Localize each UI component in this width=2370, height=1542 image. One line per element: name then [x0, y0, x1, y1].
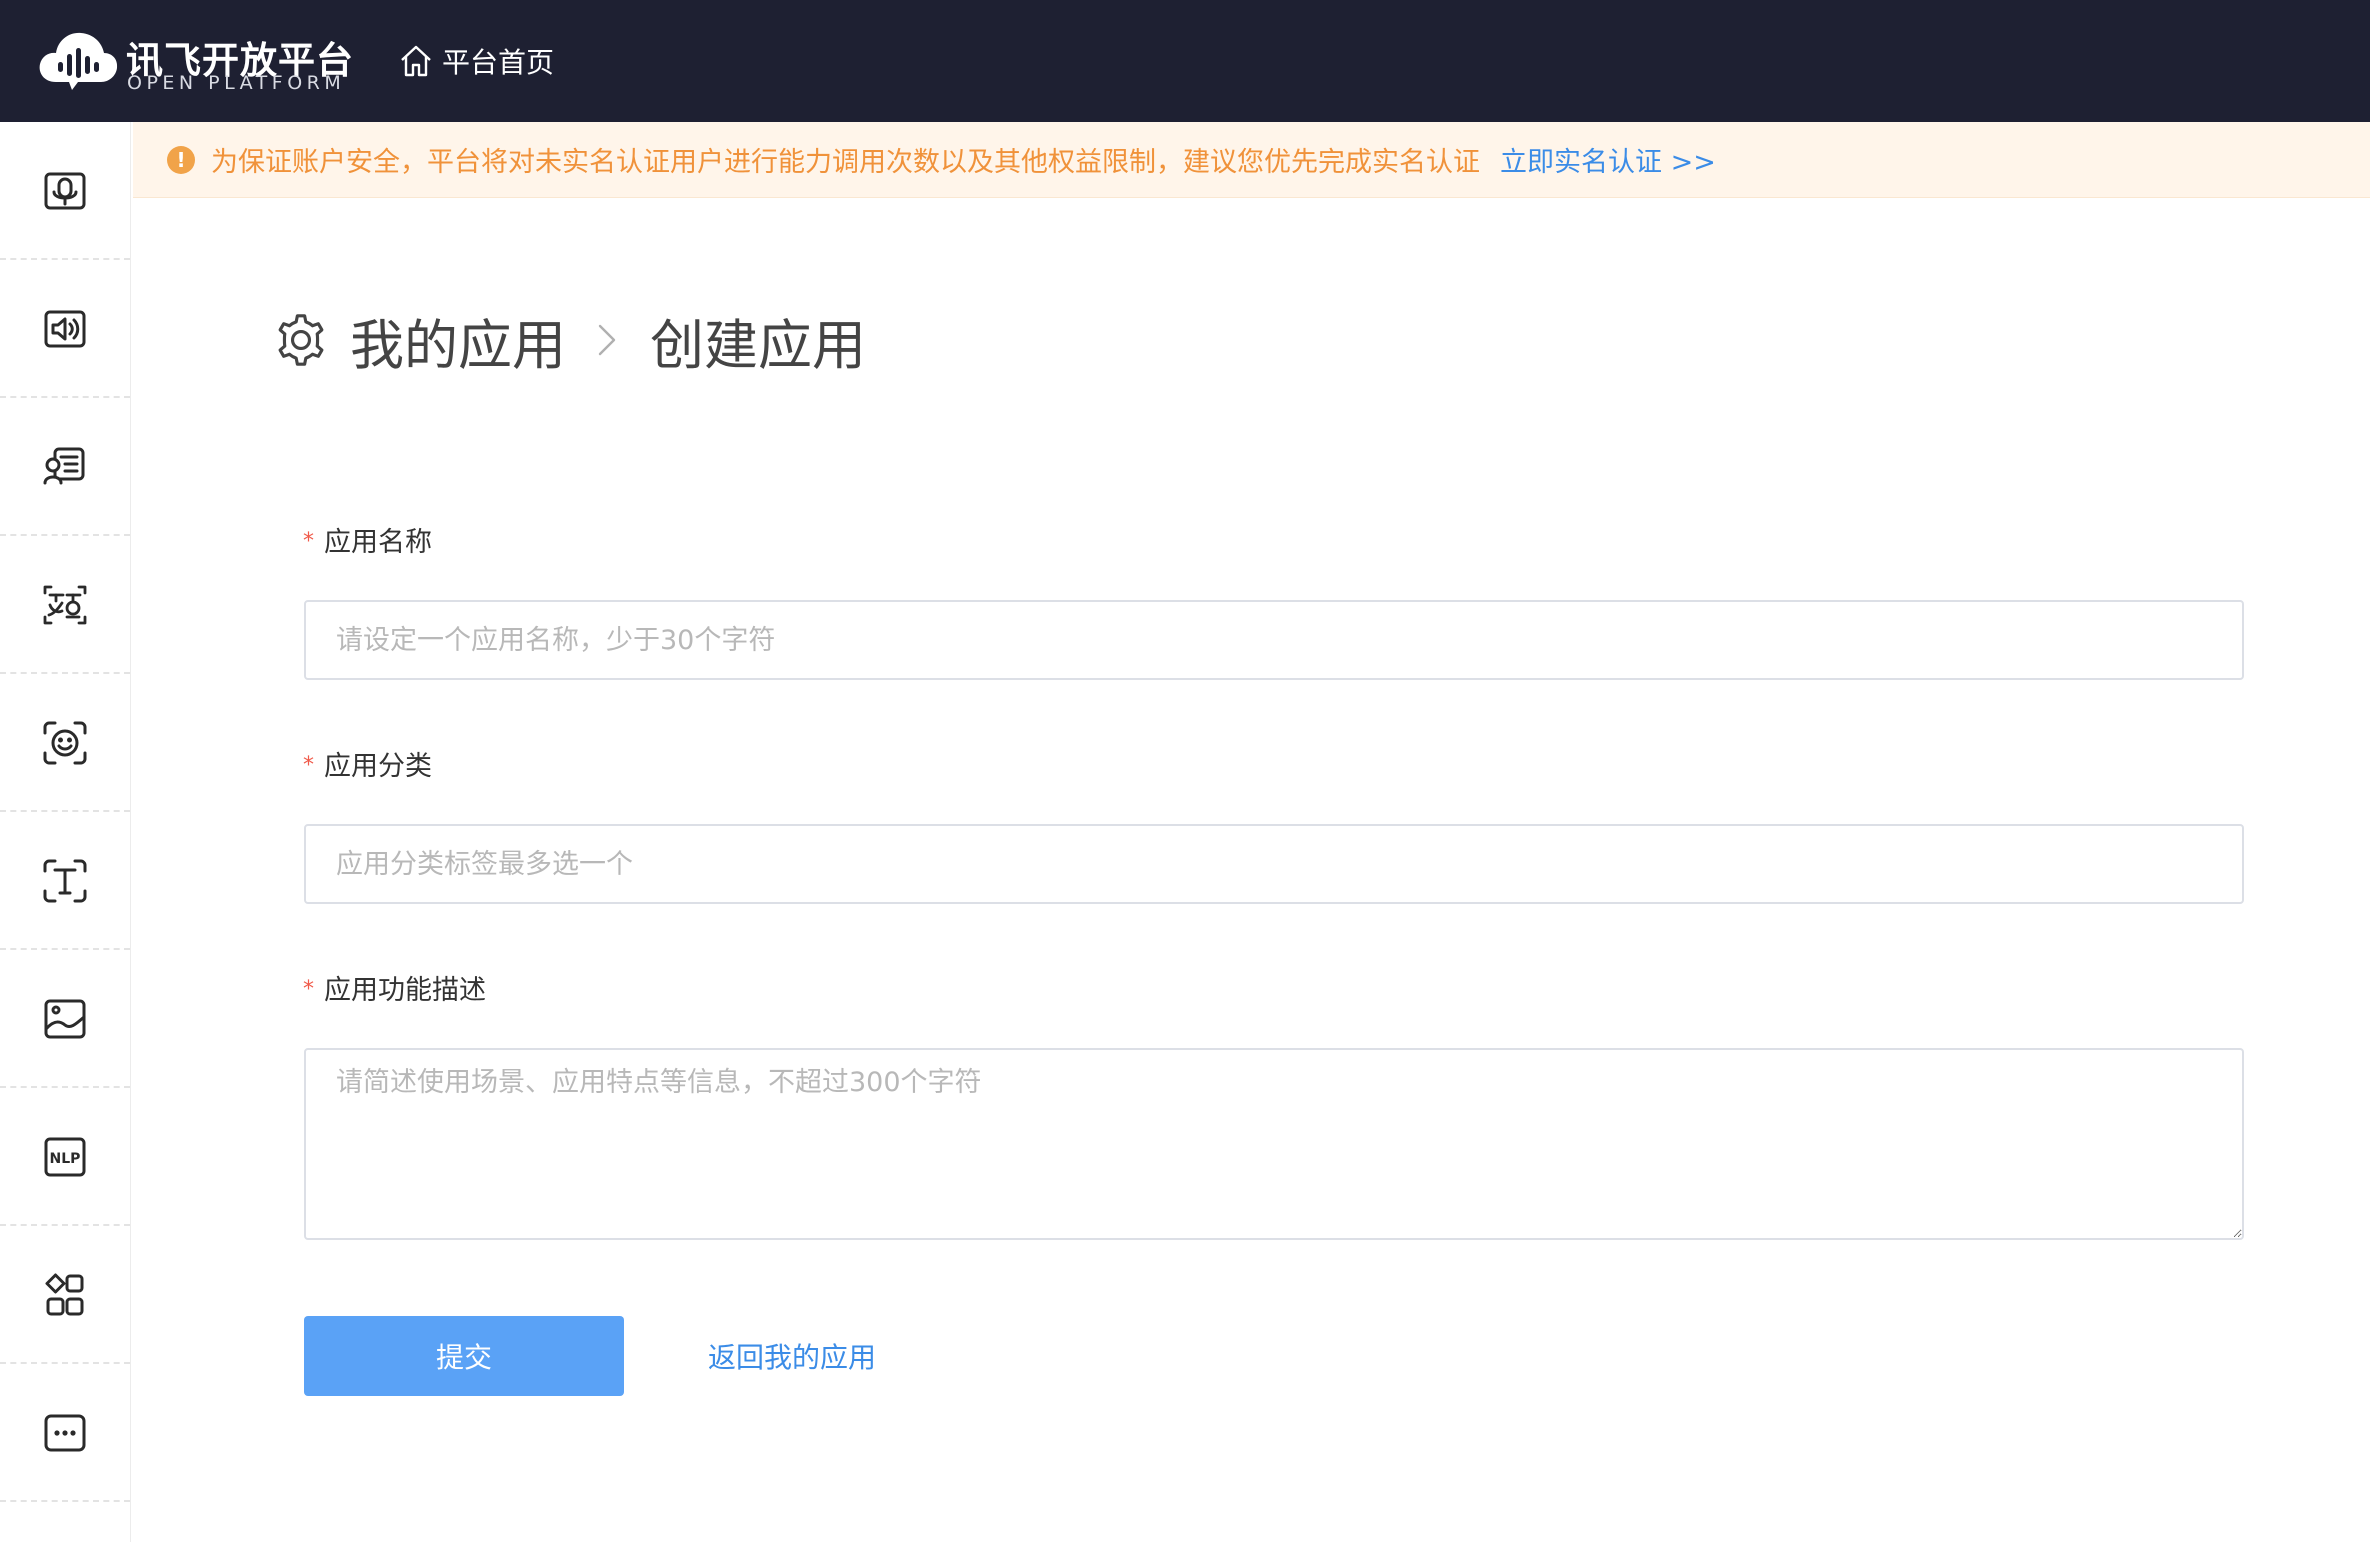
app-category-label-text: 应用分类 — [324, 751, 432, 782]
app-description-textarea[interactable] — [304, 1048, 2244, 1240]
logo-cloud-icon — [39, 32, 118, 90]
sidebar-item-voice-recognition[interactable] — [0, 122, 130, 260]
verification-notice: ! 为保证账户安全，平台将对未实名认证用户进行能力调用次数以及其他权益限制，建议… — [133, 122, 2370, 198]
sidebar-item-face-recognition[interactable] — [0, 674, 130, 812]
voice-recognition-icon — [44, 172, 86, 210]
top-navigation-bar: 讯飞开放平台 OPEN PLATFORM 平台首页 — [0, 0, 2370, 122]
gear-icon — [278, 314, 324, 366]
home-link[interactable]: 平台首页 — [398, 40, 554, 82]
sidebar-item-voice-dialogue[interactable] — [0, 398, 130, 536]
required-mark: * — [303, 977, 314, 1002]
sidebar-item-text-recognition[interactable] — [0, 812, 130, 950]
sidebar: NLP — [0, 122, 131, 1542]
sidebar-item-nlp[interactable]: NLP — [0, 1088, 130, 1226]
home-icon — [401, 45, 431, 77]
apps-grid-icon — [45, 1273, 84, 1316]
app-category-input[interactable] — [304, 824, 2244, 904]
verify-now-link[interactable]: 立即实名认证 >> — [1500, 140, 1716, 179]
breadcrumb: 我的应用 创建应用 — [272, 300, 866, 380]
nlp-icon: NLP — [44, 1137, 86, 1177]
warning-icon: ! — [167, 145, 195, 174]
more-icon — [44, 1414, 86, 1452]
image-recognition-icon — [44, 999, 86, 1039]
logo-subtitle: OPEN PLATFORM — [127, 72, 346, 94]
translation-icon — [43, 585, 87, 625]
app-category-label: * 应用分类 — [303, 744, 432, 783]
sidebar-item-translation[interactable] — [0, 536, 130, 674]
submit-button[interactable]: 提交 — [304, 1316, 624, 1396]
breadcrumb-parent[interactable]: 我的应用 — [350, 301, 566, 380]
app-name-input[interactable] — [304, 600, 2244, 680]
svg-text:NLP: NLP — [50, 1151, 81, 1167]
app-description-label: * 应用功能描述 — [303, 968, 486, 1007]
sidebar-item-speech-synthesis[interactable] — [0, 260, 130, 398]
app-name-label-text: 应用名称 — [324, 527, 432, 558]
back-to-my-apps-link[interactable]: 返回我的应用 — [708, 1336, 876, 1376]
voice-dialogue-icon — [43, 447, 85, 485]
app-name-label: * 应用名称 — [303, 520, 432, 559]
face-recognition-icon — [43, 721, 87, 765]
speech-synthesis-icon — [44, 310, 86, 348]
required-mark: * — [303, 529, 314, 554]
sidebar-item-image-recognition[interactable] — [0, 950, 130, 1088]
logo[interactable]: 讯飞开放平台 OPEN PLATFORM — [38, 26, 353, 96]
required-mark: * — [303, 753, 314, 778]
chevron-right-icon — [598, 324, 616, 356]
notice-text: 为保证账户安全，平台将对未实名认证用户进行能力调用次数以及其他权益限制，建议您优… — [211, 147, 1480, 178]
text-recognition-icon — [43, 859, 87, 903]
sidebar-item-apps[interactable] — [0, 1226, 130, 1364]
sidebar-item-more[interactable] — [0, 1364, 130, 1502]
app-description-label-text: 应用功能描述 — [324, 975, 486, 1006]
home-link-label: 平台首页 — [442, 46, 555, 79]
page-title: 创建应用 — [650, 313, 866, 377]
